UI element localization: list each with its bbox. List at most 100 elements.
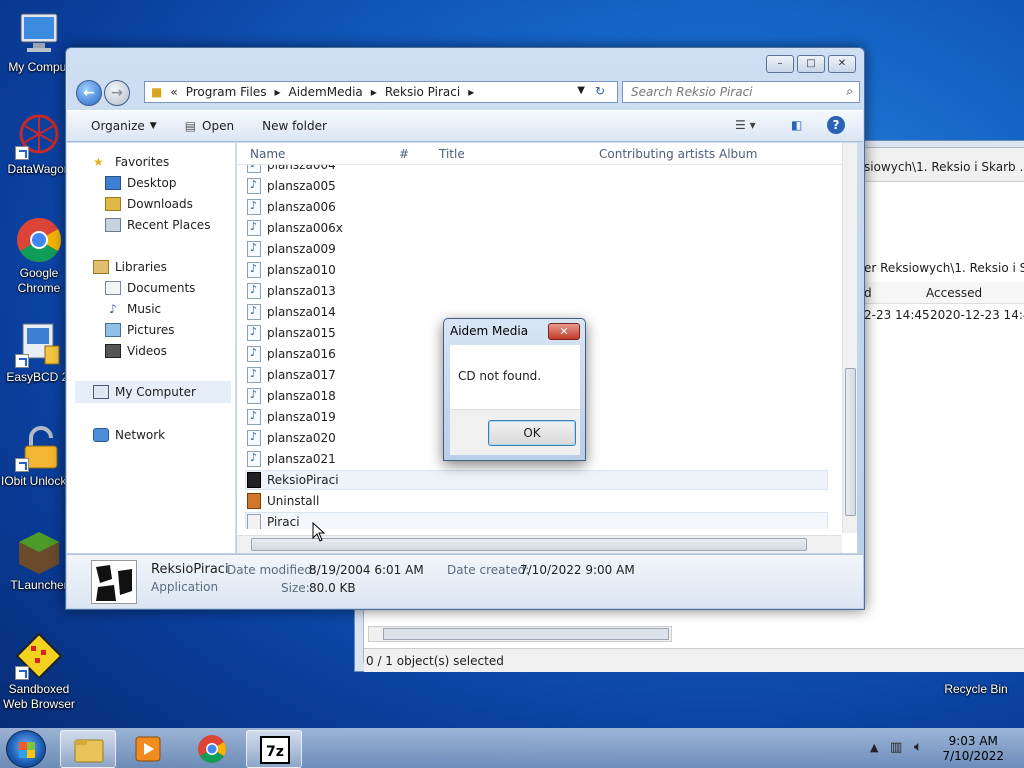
audio-file-icon: [247, 325, 261, 341]
nav-libraries[interactable]: Libraries: [93, 260, 167, 274]
taskbar-7zip-button[interactable]: 7z: [246, 730, 302, 768]
system-clock[interactable]: 9:03 AM 7/10/2022: [942, 734, 1004, 764]
nav-documents[interactable]: Documents: [105, 281, 195, 295]
nav-label: Favorites: [115, 155, 170, 169]
new-folder-button[interactable]: New folder: [262, 119, 327, 133]
nav-recent-places[interactable]: Recent Places: [105, 218, 210, 232]
file-name: plansza015: [267, 326, 336, 340]
minimize-button[interactable]: –: [766, 55, 794, 73]
nav-music[interactable]: ♪ Music: [105, 302, 161, 316]
breadcrumb-overflow[interactable]: «: [170, 85, 177, 99]
list-item[interactable]: plansza013: [247, 281, 336, 301]
refresh-icon[interactable]: ↻: [595, 84, 605, 98]
breadcrumb-separator-icon: ▸: [370, 85, 377, 99]
error-dialog[interactable]: Aidem Media ✕ CD not found. OK: [443, 318, 586, 461]
desktop-icon-sandboxed-browser[interactable]: Sandboxed Web Browser: [0, 632, 78, 712]
column-name[interactable]: Name: [250, 147, 285, 161]
list-item[interactable]: plansza018: [247, 386, 336, 406]
preview-pane-icon[interactable]: ◧: [791, 118, 802, 132]
clock-date: 7/10/2022: [942, 749, 1004, 763]
list-item[interactable]: plansza017: [247, 365, 336, 385]
breadcrumb-aidemmedia[interactable]: AidemMedia: [289, 85, 363, 99]
list-item[interactable]: Uninstall: [247, 491, 319, 511]
audio-file-icon: [247, 241, 261, 257]
dialog-close-button[interactable]: ✕: [548, 323, 580, 340]
list-item[interactable]: plansza005: [247, 176, 336, 196]
vertical-scroll-thumb[interactable]: [845, 368, 856, 516]
column-accessed[interactable]: Accessed: [926, 286, 982, 300]
taskbar-chrome-button[interactable]: [184, 730, 240, 768]
volume-icon[interactable]: 🔈︎: [914, 739, 922, 755]
search-input[interactable]: Search Reksio Piraci ⌕: [622, 81, 860, 103]
chrome-icon: [198, 735, 226, 763]
vertical-scrollbar[interactable]: [842, 143, 857, 533]
file-name: plansza006: [267, 200, 336, 214]
network-tray-icon[interactable]: ▥: [890, 740, 902, 755]
column-title[interactable]: Title: [439, 147, 465, 161]
nav-pictures[interactable]: Pictures: [105, 323, 175, 337]
list-item[interactable]: plansza014: [247, 302, 336, 322]
list-item[interactable]: plansza020: [247, 428, 336, 448]
back-button[interactable]: ←: [76, 80, 102, 106]
details-created-value: 7/10/2022 9:00 AM: [520, 563, 635, 577]
help-icon[interactable]: ?: [827, 116, 845, 134]
nav-downloads[interactable]: Downloads: [105, 197, 193, 211]
desktop-icon-recycle-bin[interactable]: Recycle Bin: [936, 682, 1016, 697]
open-button[interactable]: ▤ Open: [185, 119, 234, 133]
open-label: Open: [202, 119, 235, 133]
nav-desktop[interactable]: Desktop: [105, 176, 177, 190]
desktop-icon-label: Google Chrome: [17, 266, 61, 295]
nav-network[interactable]: Network: [93, 428, 165, 442]
tray-expand-icon[interactable]: ▲: [870, 741, 878, 754]
downloads-icon: [105, 197, 121, 211]
column-contributing-artists[interactable]: Contributing artists: [599, 147, 715, 161]
details-pane: ReksioPiraci Application Date modified: …: [67, 554, 863, 608]
list-item[interactable]: plansza021: [247, 449, 336, 469]
audio-file-icon: [247, 199, 261, 215]
list-item[interactable]: plansza016: [247, 344, 336, 364]
address-dropdown-icon[interactable]: ▼: [577, 85, 585, 96]
list-item[interactable]: plansza006: [247, 197, 336, 217]
taskbar-explorer-button[interactable]: [60, 730, 116, 768]
nav-label: Downloads: [127, 197, 193, 211]
list-item[interactable]: ReksioPiraci: [247, 470, 339, 490]
breadcrumb-program-files[interactable]: Program Files: [186, 85, 267, 99]
nav-videos[interactable]: Videos: [105, 344, 167, 358]
horizontal-scrollbar[interactable]: [237, 535, 842, 553]
column-number[interactable]: #: [399, 147, 409, 161]
horizontal-scroll-thumb[interactable]: [251, 538, 807, 551]
close-button[interactable]: ✕: [828, 55, 856, 73]
7zip-icon: 7z: [260, 736, 290, 764]
address-bar[interactable]: ■ « Program Files ▸ AidemMedia ▸ Reksio …: [144, 81, 618, 103]
background-window-path-top: siowych\1. Reksio i Skarb ...: [864, 160, 1024, 174]
list-item[interactable]: plansza006x: [247, 218, 343, 238]
list-item[interactable]: Piraci: [247, 512, 300, 529]
list-item[interactable]: plansza004: [247, 165, 336, 175]
settings-file-icon: [247, 514, 261, 529]
nav-favorites[interactable]: ★ Favorites: [93, 155, 169, 169]
star-icon: ★: [93, 155, 104, 169]
background-window-hscrollbar[interactable]: [368, 626, 672, 642]
videos-icon: [105, 344, 121, 358]
maximize-button[interactable]: □: [797, 55, 825, 73]
organize-button[interactable]: Organize ▼: [91, 119, 157, 133]
ok-button[interactable]: OK: [488, 420, 576, 446]
forward-button[interactable]: →: [104, 80, 130, 106]
taskbar-media-player-button[interactable]: [120, 730, 176, 768]
column-modified[interactable]: d: [864, 286, 872, 300]
list-item[interactable]: plansza019: [247, 407, 336, 427]
command-bar: Organize ▼ ▤ Open New folder ☰ ▾ ◧ ?: [67, 110, 863, 142]
search-icon[interactable]: ⌕: [846, 84, 853, 99]
list-item[interactable]: plansza009: [247, 239, 336, 259]
nav-my-computer[interactable]: My Computer: [75, 381, 231, 403]
start-button[interactable]: [6, 730, 46, 768]
breadcrumb-reksio-piraci[interactable]: Reksio Piraci: [385, 85, 460, 99]
list-item[interactable]: plansza010: [247, 260, 336, 280]
list-item[interactable]: plansza015: [247, 323, 336, 343]
background-window-hscroll-thumb[interactable]: [383, 628, 669, 640]
nav-label: Recent Places: [127, 218, 211, 232]
view-options-icon[interactable]: ☰ ▾: [735, 118, 756, 132]
column-album[interactable]: Album: [719, 147, 757, 161]
desktop-icon-label: TLauncher: [10, 578, 68, 592]
file-name: plansza010: [267, 263, 336, 277]
